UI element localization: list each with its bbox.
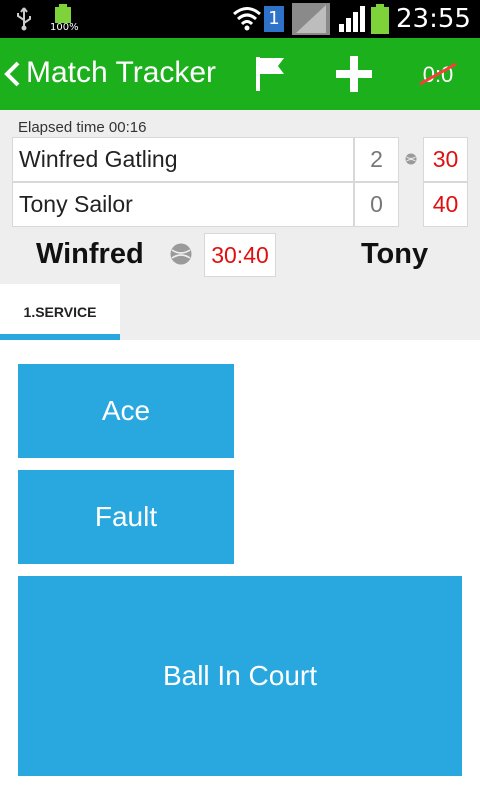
battery-icon xyxy=(371,4,389,34)
battery-full-icon: 100% xyxy=(50,4,79,33)
player-2-points: 40 xyxy=(423,182,468,227)
game-score: 30:40 xyxy=(204,233,276,277)
player-1-points: 30 xyxy=(423,137,468,182)
elapsed-time: Elapsed time 00:16 xyxy=(18,119,147,136)
left-player-name: Winfred xyxy=(36,238,144,270)
player-2-games: 0 xyxy=(354,182,399,227)
player-1-name[interactable]: Winfred Gatling xyxy=(12,137,354,182)
notification-badge: 1 xyxy=(264,6,284,32)
signal-grey-icon xyxy=(292,3,330,35)
score-panel: Elapsed time 00:16 Winfred Gatling 2 30 … xyxy=(0,110,480,340)
add-icon[interactable] xyxy=(334,54,374,94)
signal-icon xyxy=(339,6,365,32)
serve-indicator-icon xyxy=(405,153,417,165)
app-bar: Match Tracker 0:0 xyxy=(0,38,480,110)
flag-icon[interactable] xyxy=(250,54,290,94)
tennis-ball-icon xyxy=(170,243,192,265)
right-player-name: Tony xyxy=(361,238,429,270)
player-2-name[interactable]: Tony Sailor xyxy=(12,182,354,227)
tab-active-indicator xyxy=(0,334,120,340)
tab-service[interactable]: 1.SERVICE xyxy=(0,284,120,340)
back-icon[interactable] xyxy=(2,60,22,88)
tab-service-label: 1.SERVICE xyxy=(23,304,97,320)
ace-button[interactable]: Ace xyxy=(18,364,234,458)
player-1-games: 2 xyxy=(354,137,399,182)
reset-score-icon[interactable]: 0:0 xyxy=(416,60,460,88)
battery-percent: 100% xyxy=(50,22,79,33)
status-bar: 100% 1 23:55 xyxy=(0,0,480,38)
usb-icon xyxy=(17,7,31,31)
fault-button[interactable]: Fault xyxy=(18,470,234,564)
wifi-icon xyxy=(233,7,261,31)
app-title[interactable]: Match Tracker xyxy=(26,56,216,90)
ball-in-court-button[interactable]: Ball In Court xyxy=(18,576,462,776)
clock: 23:55 xyxy=(396,4,471,34)
